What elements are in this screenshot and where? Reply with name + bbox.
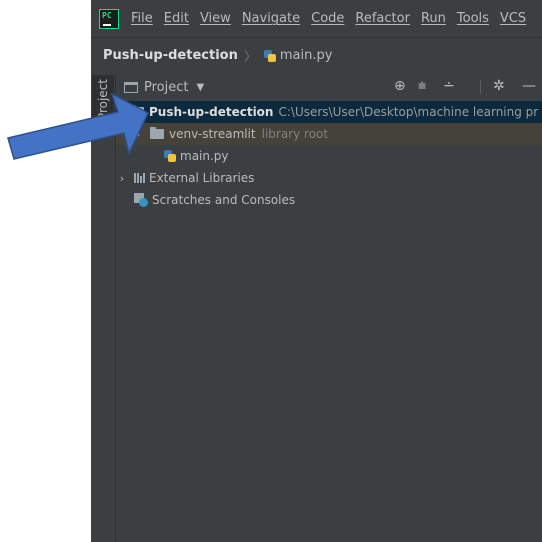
callout-arrow-shape	[7, 92, 149, 160]
callout-arrow	[7, 92, 149, 160]
